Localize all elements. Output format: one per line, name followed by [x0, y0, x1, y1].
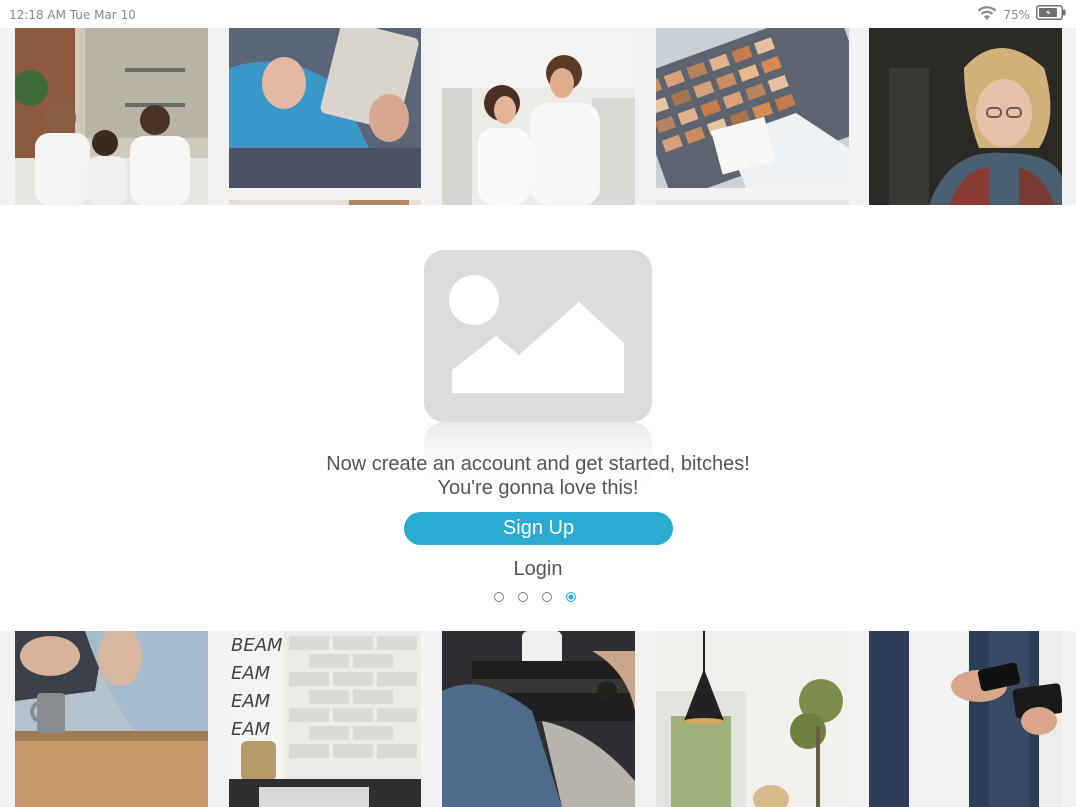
- battery-icon: [1036, 5, 1066, 25]
- onboarding-message: Now create an account and get started, b…: [0, 452, 1076, 500]
- status-time: 12:18 AM Tue Mar 10: [9, 8, 136, 22]
- message-line-1: Now create an account and get started, b…: [326, 453, 750, 475]
- page-dot-3[interactable]: [542, 592, 552, 602]
- image-placeholder-icon: [424, 250, 652, 422]
- couple-in-kitchen-photo: [442, 28, 635, 205]
- coffee-mug-on-table-photo: [15, 631, 208, 807]
- brick-wall-kitchen-photo: BEAM EAM EAM EAM: [229, 631, 421, 807]
- person-with-mug-photo: [442, 631, 635, 807]
- status-indicators: 75%: [977, 5, 1066, 25]
- sign-up-button[interactable]: Sign Up: [404, 512, 673, 545]
- page-dot-1[interactable]: [494, 592, 504, 602]
- hands-holding-tablet-photo: [229, 28, 421, 188]
- svg-text:BEAM: BEAM: [231, 635, 283, 656]
- svg-text:EAM: EAM: [231, 691, 271, 712]
- page-indicator: [494, 592, 576, 604]
- material-swatches-photo: [656, 28, 849, 188]
- pendant-lamp-room-photo: [656, 631, 849, 807]
- battery-percentage: 75%: [1003, 8, 1030, 22]
- woman-with-glasses-photo: [869, 28, 1062, 205]
- message-line-2: You're gonna love this!: [437, 477, 639, 499]
- svg-text:EAM: EAM: [231, 663, 271, 684]
- page-dot-4-active[interactable]: [566, 592, 576, 602]
- wifi-icon: [977, 5, 997, 26]
- onboarding-panel: Now create an account and get started, b…: [0, 205, 1076, 631]
- status-bar: 12:18 AM Tue Mar 10 75%: [0, 0, 1076, 28]
- page-dot-2[interactable]: [518, 592, 528, 602]
- svg-text:EAM: EAM: [231, 719, 271, 740]
- family-on-couch-photo: [15, 28, 208, 205]
- login-link[interactable]: Login: [488, 556, 588, 582]
- man-with-phone-photo: [869, 631, 1062, 807]
